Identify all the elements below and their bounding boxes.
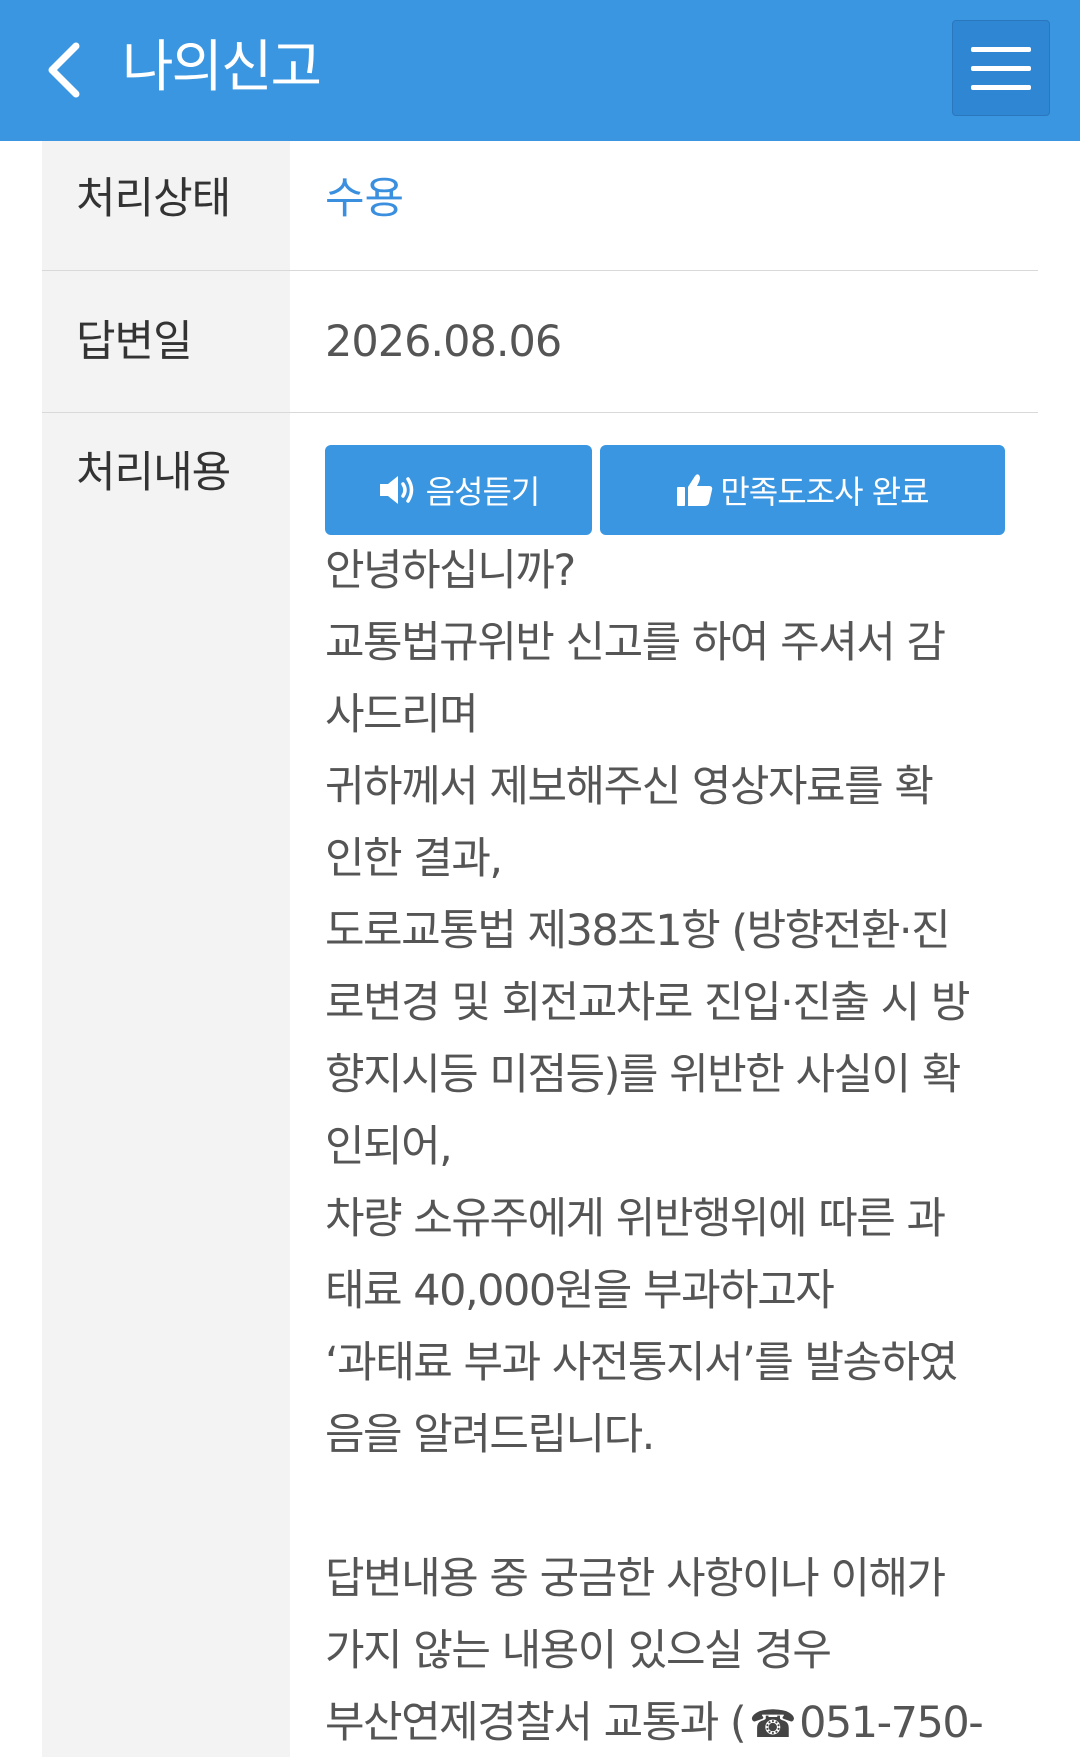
content-line: 도로교통법 제38조1항 (방향전환·진	[325, 906, 951, 956]
chevron-left-icon	[48, 42, 80, 98]
back-button[interactable]	[38, 36, 90, 104]
content-line: 태료 40,000원을 부과하고자	[325, 1266, 835, 1316]
content-line: 차량 소유주에게 위반행위에 따른 과	[325, 1194, 946, 1244]
content-line: 교통법규위반 신고를 하여 주셔서 감	[325, 618, 946, 668]
content-line: 사드리며	[325, 690, 479, 740]
answer-content: 안녕하십니까? 교통법규위반 신고를 하여 주셔서 감 사드리며 귀하께서 제보…	[325, 535, 1005, 1757]
speaker-icon	[378, 473, 420, 507]
content-line: 안녕하십니까?	[325, 546, 576, 596]
status-label: 처리상태	[42, 141, 290, 270]
survey-complete-label: 만족도조사 완료	[720, 473, 929, 511]
answer-date-label: 답변일	[42, 271, 290, 412]
page-title: 나의신고	[122, 35, 322, 100]
survey-complete-button[interactable]: 만족도조사 완료	[600, 445, 1005, 535]
content-row: 처리내용 음성듣기 만족도조사 완료 안녕하십니까? 교통법규위반 신고를 하여…	[42, 413, 1038, 1757]
report-detail-table: 처리상태 수용 답변일 2026.08.06 처리내용 음성듣기 만족도조사 완…	[42, 141, 1038, 1757]
content-line: ‘과태료 부과 사전통지서’를 발송하였	[325, 1338, 958, 1388]
contact-prefix: 부산연제경찰서 교통과 (	[325, 1698, 747, 1748]
hamburger-menu-icon	[971, 85, 1031, 90]
content-contact-line: 부산연제경찰서 교통과 (☎051-750-	[325, 1687, 1005, 1757]
telephone-icon: ☎	[749, 1702, 796, 1746]
app-header: 나의신고	[0, 0, 1080, 141]
content-line: 가지 않는 내용이 있으실 경우	[325, 1626, 832, 1676]
content-line: 음을 알려드립니다.	[325, 1410, 655, 1460]
status-value: 수용	[325, 174, 405, 224]
menu-button[interactable]	[952, 20, 1050, 116]
content-line: 답변내용 중 궁금한 사항이나 이해가	[325, 1554, 946, 1604]
status-row: 처리상태 수용	[42, 141, 1038, 271]
content-line: 로변경 및 회전교차로 진입·진출 시 방	[325, 978, 970, 1028]
content-line: 향지시등 미점등)를 위반한 사실이 확	[325, 1050, 961, 1100]
content-line: 인한 결과,	[325, 834, 503, 884]
content-label: 처리내용	[42, 413, 290, 1757]
content-blank-line	[325, 1471, 1005, 1543]
hamburger-menu-icon	[971, 66, 1031, 71]
answer-date-row: 답변일 2026.08.06	[42, 271, 1038, 413]
contact-phone[interactable]: 051-750-	[799, 1698, 984, 1748]
content-line: 귀하께서 제보해주신 영상자료를 확	[325, 762, 934, 812]
thumbs-up-icon	[676, 472, 714, 508]
voice-listen-label: 음성듣기	[425, 473, 541, 511]
answer-date-value: 2026.08.06	[325, 317, 562, 367]
action-buttons: 음성듣기 만족도조사 완료	[325, 445, 1005, 535]
hamburger-menu-icon	[971, 47, 1031, 52]
content-line: 인되어,	[325, 1122, 453, 1172]
voice-listen-button[interactable]: 음성듣기	[325, 445, 592, 535]
